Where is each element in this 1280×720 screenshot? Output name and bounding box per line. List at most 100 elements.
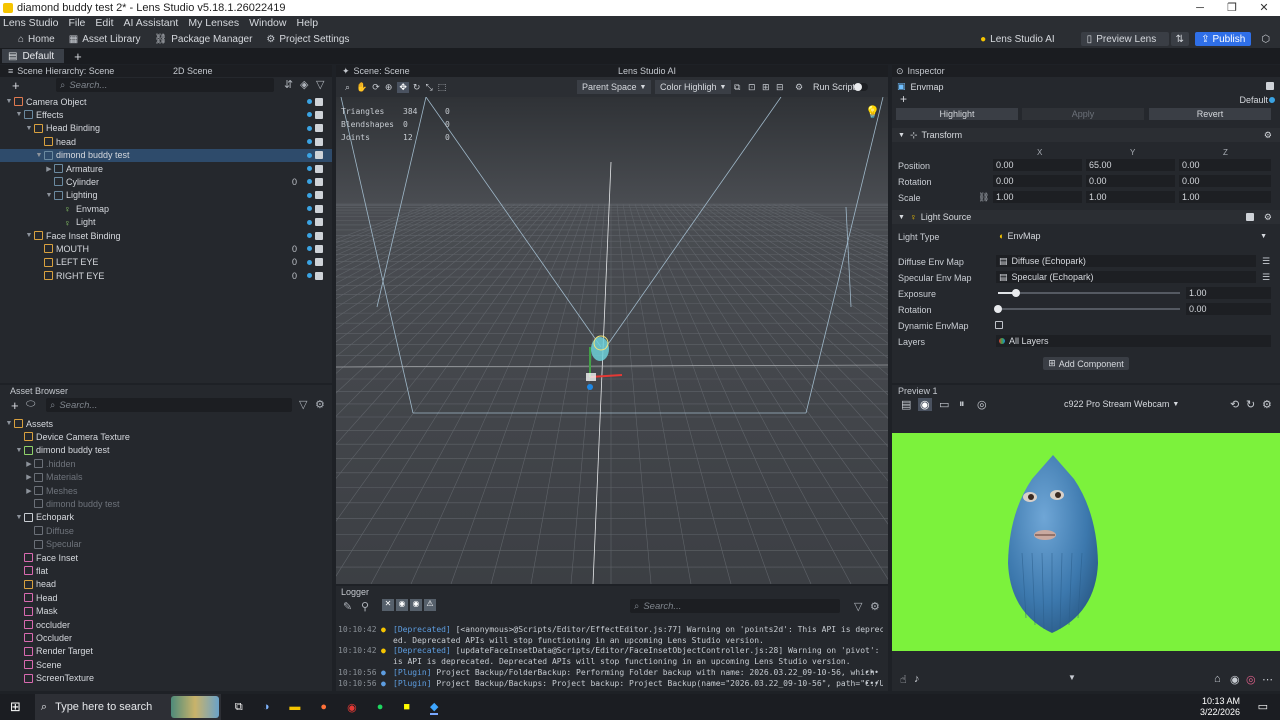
gear-icon[interactable]: ⚙ <box>315 398 325 411</box>
preview-lens-button[interactable]: ▯ Preview Lens <box>1080 32 1169 46</box>
touch-icon[interactable]: ☝ <box>900 673 907 686</box>
asset-item[interactable]: Diffuse <box>0 524 332 537</box>
sort-icon[interactable]: ⇵ <box>284 78 293 91</box>
asset-item[interactable]: Occluder <box>0 631 332 644</box>
clock-time[interactable]: 10:13 AM <box>1200 696 1240 707</box>
hierarchy-item[interactable]: ▼ Face Inset Binding <box>0 229 332 242</box>
view-icon-3[interactable]: ⊞ <box>762 82 770 93</box>
gear-icon[interactable]: ⚙ <box>1262 398 1272 411</box>
hierarchy-item[interactable]: ♀ Light <box>0 216 332 229</box>
visibility-dot[interactable] <box>307 192 312 198</box>
asset-item[interactable]: Face Inset <box>0 551 332 564</box>
hierarchy-item[interactable]: RIGHT EYE 0 <box>0 269 332 282</box>
enable-checkbox[interactable] <box>315 97 323 106</box>
record-icon-2[interactable]: ◉ <box>1230 673 1240 686</box>
notifications-icon[interactable]: ▭ <box>1258 700 1268 713</box>
visibility-dot[interactable] <box>307 99 312 104</box>
asset-item[interactable]: ScreenTexture <box>0 672 332 685</box>
scale-z-field[interactable]: 1.00 <box>1179 191 1271 203</box>
asset-item[interactable]: Specular <box>0 538 332 551</box>
record-icon-3[interactable]: ◎ <box>1246 673 1256 686</box>
expand-toggle-icon[interactable]: ▼ <box>14 514 24 521</box>
hierarchy-item[interactable]: ▼ Effects <box>0 108 332 121</box>
asset-item[interactable]: ▼ Assets <box>0 417 332 430</box>
rotation-x-field[interactable]: 0.00 <box>993 175 1082 187</box>
env-rotation-field[interactable]: 0.00 <box>1186 303 1271 315</box>
gear-icon[interactable]: ⚙ <box>1264 130 1272 141</box>
zoom-in-icon[interactable]: ⊕ <box>385 82 393 93</box>
hand-icon[interactable]: ✋ <box>356 82 367 93</box>
asset-item[interactable]: ▶ Materials <box>0 471 332 484</box>
highlight-button[interactable]: Highlight <box>896 108 1018 120</box>
scene-title[interactable]: Scene: Scene <box>354 66 410 76</box>
position-x-field[interactable]: 0.00 <box>993 159 1082 171</box>
preview-mode-icon-1[interactable]: ▤ <box>901 398 911 411</box>
chrome-icon[interactable]: ◉ <box>347 701 357 714</box>
rotate-tool-icon[interactable]: ↻ <box>413 82 421 93</box>
visibility-dot[interactable] <box>307 273 312 279</box>
add-tab-button[interactable]: + <box>74 49 82 64</box>
env-rotation-slider-knob[interactable] <box>994 305 1002 313</box>
layers-field[interactable]: All Layers <box>996 335 1271 347</box>
taskbar-search-input[interactable]: ⌕ Type here to search <box>34 694 221 720</box>
eye-icon[interactable]: ◎ <box>977 398 987 411</box>
visibility-dot[interactable] <box>307 219 312 225</box>
run-scripts-toggle[interactable] <box>854 83 868 91</box>
expand-toggle-icon[interactable]: ▼ <box>14 111 24 118</box>
debug-filter-icon[interactable]: ◉ <box>396 599 408 611</box>
asset-item[interactable]: head <box>0 578 332 591</box>
expand-toggle-icon[interactable]: ▶ <box>44 165 54 173</box>
add-asset-button[interactable]: + <box>11 398 19 413</box>
gear-icon[interactable]: ⚙ <box>1264 212 1272 223</box>
apply-button[interactable]: Apply <box>1022 108 1144 120</box>
gear-icon[interactable]: ⚙ <box>870 600 880 613</box>
hierarchy-item[interactable]: ▶ Armature <box>0 162 332 175</box>
position-z-field[interactable]: 0.00 <box>1179 159 1271 171</box>
visibility-dot[interactable] <box>307 246 312 252</box>
visibility-dot[interactable] <box>307 166 312 171</box>
preview-options-button[interactable]: ⇅ <box>1170 32 1190 46</box>
object-name[interactable]: Envmap <box>911 82 944 92</box>
menu-my-lenses[interactable]: My Lenses <box>188 17 239 29</box>
minimize-button[interactable]: ─ <box>1184 0 1216 16</box>
revert-button[interactable]: Revert <box>1149 108 1271 120</box>
view-icon-1[interactable]: ⧉ <box>734 82 740 93</box>
enable-checkbox[interactable] <box>315 191 323 200</box>
link-icon[interactable]: ⛓ <box>978 192 989 203</box>
diffuse-env-map-field[interactable]: ▤ Diffuse (Echopark) <box>996 255 1256 267</box>
enable-checkbox[interactable] <box>315 177 323 186</box>
menu-ai-assistant[interactable]: AI Assistant <box>123 17 178 29</box>
chevron-down-icon[interactable]: ▼ <box>1068 673 1076 682</box>
reset-icon[interactable]: ↻ <box>1246 398 1255 411</box>
enable-checkbox[interactable] <box>315 151 323 160</box>
expand-toggle-icon[interactable]: ▼ <box>24 125 34 132</box>
log-line[interactable]: 10:10:42 ● [Deprecated] [updateFaceInsetDa… <box>338 646 883 655</box>
rotation-z-field[interactable]: 0.00 <box>1179 175 1271 187</box>
scene-grid[interactable] <box>336 97 888 584</box>
position-y-field[interactable]: 65.00 <box>1086 159 1175 171</box>
light-bulb-icon[interactable]: 💡 <box>865 105 880 119</box>
more-icon[interactable]: ••• <box>865 668 879 677</box>
link-icon[interactable]: ⚲ <box>361 600 369 613</box>
filter-icon[interactable]: ▽ <box>854 600 862 613</box>
scene-viewport[interactable]: Triangles 384 0 Blendshapes 0 0 Joints 12 0 💡 <box>336 97 888 584</box>
hierarchy-search-input[interactable]: ⌕ Search... <box>56 78 274 92</box>
pause-icon[interactable]: ⏸ <box>959 398 965 411</box>
asset-item[interactable]: Render Target <box>0 645 332 658</box>
menu-file[interactable]: File <box>68 17 85 29</box>
file-explorer-icon[interactable]: ▬ <box>289 701 300 713</box>
firefox-icon[interactable]: ● <box>320 701 327 713</box>
expand-toggle-icon[interactable]: ▼ <box>4 420 14 427</box>
expand-toggle-icon[interactable]: ▶ <box>24 473 34 481</box>
scale-y-field[interactable]: 1.00 <box>1086 191 1175 203</box>
scale-x-field[interactable]: 1.00 <box>993 191 1082 203</box>
hierarchy-title[interactable]: Scene Hierarchy: Scene <box>17 66 114 76</box>
asset-search-input[interactable]: ⌕ Search... <box>46 398 292 412</box>
warning-filter-icon[interactable]: ⚠ <box>424 599 436 611</box>
log-line[interactable]: 10:10:56 ● [Plugin] Project Backup/FolderB… <box>338 668 883 677</box>
import-icon[interactable]: ⬭ <box>26 398 35 411</box>
visibility-dot[interactable] <box>307 233 312 238</box>
maximize-button[interactable]: ❐ <box>1216 0 1248 16</box>
layer-default-label[interactable]: Default <box>1239 95 1268 105</box>
audio-icon[interactable]: ♪ <box>914 673 920 685</box>
